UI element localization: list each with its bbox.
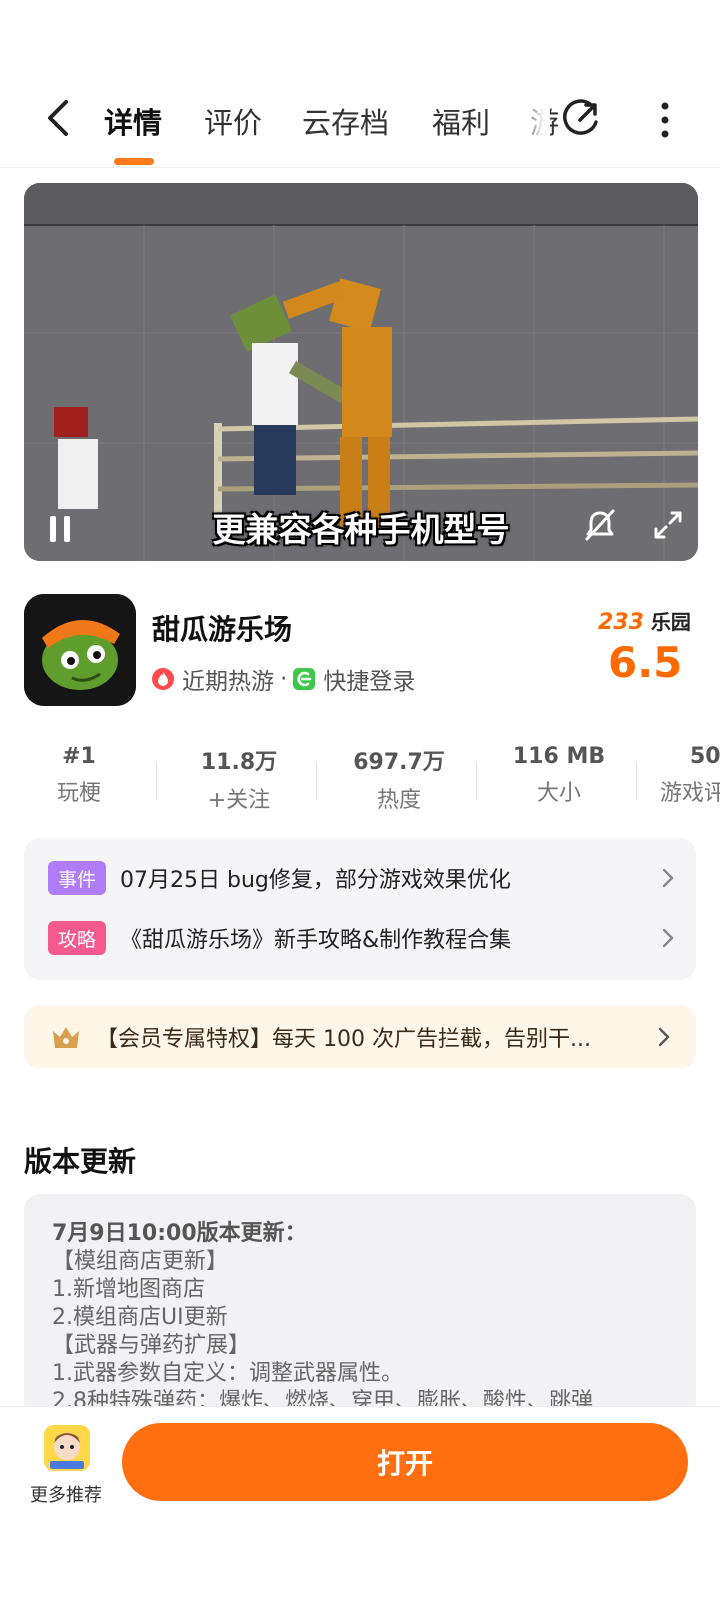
pause-icon[interactable] — [46, 513, 76, 545]
guide-row[interactable]: 攻略 《甜瓜游乐场》新手攻略&制作教程合集 — [48, 920, 678, 956]
note-line: 【武器与弹药扩展】 — [52, 1333, 251, 1358]
open-button[interactable]: 打开 — [122, 1423, 688, 1501]
stat-label: 游戏评 — [660, 781, 720, 806]
rating-score: 6.5 — [608, 638, 683, 687]
app-tags: 近期热游 · 快捷登录 — [152, 664, 416, 695]
back-arrow-icon[interactable] — [40, 96, 80, 140]
stat-game-reviews[interactable]: 50 游戏评 — [654, 744, 720, 807]
events-card: 事件 07月25日 bug修复，部分游戏效果优化 攻略 《甜瓜游乐场》新手攻略&… — [24, 838, 696, 980]
member-privilege-banner[interactable]: 【会员专属特权】每天 100 次广告拦截，告别干... — [24, 1006, 696, 1068]
update-notes[interactable]: 7月9日10:00版本更新： 【模组商店更新】 1.新增地图商店 2.模组商店U… — [24, 1194, 696, 1434]
member-text: 【会员专属特权】每天 100 次广告拦截，告别干... — [96, 1027, 591, 1052]
stat-value: 697.7万 — [353, 750, 445, 775]
stats-row: #1 玩梗 11.8万 +关注 697.7万 热度 116 MB 大小 50 游… — [0, 744, 720, 814]
stat-label: 关注 — [226, 788, 271, 813]
guide-text: 《甜瓜游乐场》新手攻略&制作教程合集 — [120, 928, 512, 953]
more-recommend-label[interactable]: 更多推荐 — [30, 1481, 102, 1507]
app-icon[interactable] — [24, 594, 136, 706]
active-tab-indicator — [114, 158, 154, 165]
more-options-icon[interactable] — [650, 98, 680, 142]
stat-label: 玩梗 — [56, 781, 101, 806]
fire-icon — [152, 668, 174, 690]
crown-icon — [53, 1027, 79, 1048]
stat-label-row: +关注 — [174, 782, 304, 814]
stat-heat: 697.7万 热度 — [334, 744, 464, 814]
tab-benefits[interactable]: 福利 — [432, 100, 490, 142]
recommend-thumbnail-icon — [44, 1425, 90, 1471]
chevron-right-icon — [658, 1027, 670, 1047]
tab-cloud-save[interactable]: 云存档 — [302, 100, 389, 142]
divider — [156, 762, 157, 800]
stat-value: 116 MB — [512, 744, 606, 769]
stat-label: 热度 — [376, 788, 421, 813]
stat-label: 大小 — [536, 781, 581, 806]
quick-login-tag: 快捷登录 — [323, 669, 416, 695]
quick-login-icon — [293, 668, 316, 690]
version-update-title: 版本更新 — [24, 1145, 137, 1178]
fullscreen-icon[interactable] — [648, 505, 688, 545]
mute-icon[interactable] — [580, 505, 620, 545]
hot-tag: 近期热游 — [182, 669, 274, 695]
note-line: 【模组商店更新】 — [52, 1249, 229, 1274]
chevron-right-icon — [662, 868, 674, 888]
stat-size: 116 MB 大小 — [494, 744, 624, 807]
note-line: 1.武器参数自定义：调整武器属性。 — [52, 1361, 403, 1386]
brand-number: 233 — [598, 610, 644, 635]
divider — [316, 762, 317, 800]
note-line: 1.新增地图商店 — [52, 1277, 205, 1302]
video-player[interactable]: 更兼容各种手机型号 — [24, 183, 698, 561]
note-line: 2.模组商店UI更新 — [52, 1305, 228, 1330]
stat-value: 50 — [690, 744, 720, 769]
event-row[interactable]: 事件 07月25日 bug修复，部分游戏效果优化 — [48, 860, 678, 896]
separator-dot: · — [280, 666, 288, 692]
platform-brand: 233 乐园 — [598, 606, 691, 635]
tab-reviews[interactable]: 评价 — [204, 100, 262, 142]
event-text: 07月25日 bug修复，部分游戏效果优化 — [120, 868, 511, 893]
divider — [476, 762, 477, 800]
app-name: 甜瓜游乐场 — [152, 613, 293, 646]
stat-rank[interactable]: #1 玩梗 — [14, 744, 144, 807]
bottom-action-bar: 更多推荐 打开 — [0, 1406, 720, 1608]
tab-details[interactable]: 详情 — [104, 100, 162, 142]
stat-value: 11.8万 — [200, 750, 278, 775]
divider — [636, 762, 637, 800]
stat-value: #1 — [62, 744, 96, 769]
melon-character-icon — [24, 594, 136, 706]
note-line: 7月9日10:00版本更新： — [52, 1221, 307, 1246]
guide-badge: 攻略 — [48, 921, 107, 955]
brand-text: 乐园 — [650, 610, 691, 634]
stat-follow[interactable]: 11.8万 +关注 — [174, 744, 304, 814]
event-badge: 事件 — [48, 861, 107, 895]
top-nav-bar: 详情 评价 云存档 福利 游 — [0, 78, 720, 168]
plus-icon: + — [207, 788, 227, 813]
tab-fade — [520, 88, 550, 152]
more-recommend-icon[interactable] — [44, 1425, 90, 1471]
share-icon[interactable] — [560, 96, 604, 140]
chevron-right-icon — [662, 928, 674, 948]
